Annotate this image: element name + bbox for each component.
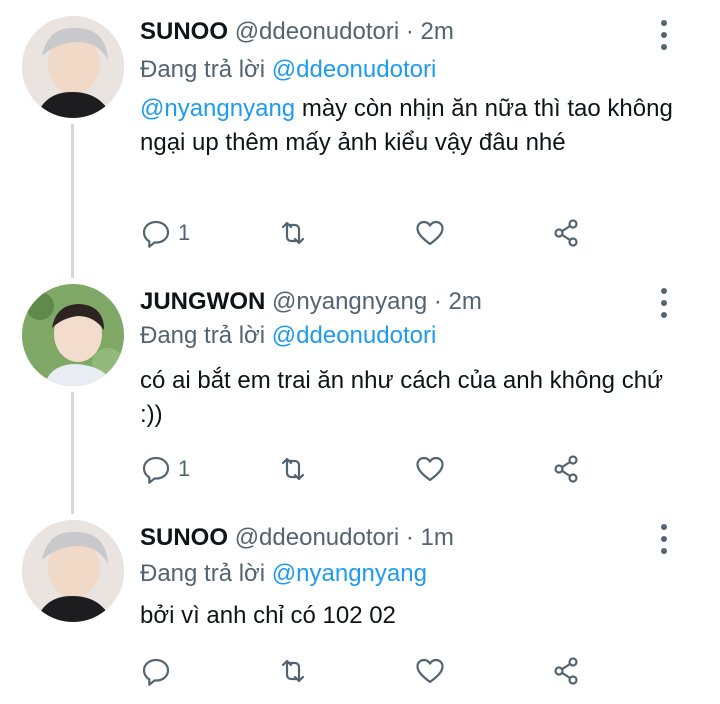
retweet-button[interactable] <box>277 216 309 250</box>
replying-to-label: Đang trả lời <box>140 322 266 349</box>
share-button[interactable] <box>550 452 582 486</box>
heart-icon <box>416 456 444 482</box>
share-icon <box>554 219 578 247</box>
tweet-text: có ai bắt em trai ăn như cách của anh kh… <box>140 364 680 432</box>
more-vertical-icon[interactable] <box>656 524 672 554</box>
avatar[interactable] <box>22 520 124 622</box>
reply-count: 1 <box>178 220 191 245</box>
avatar[interactable] <box>22 284 124 386</box>
reply-icon <box>142 220 170 248</box>
separator-dot: · <box>433 288 442 315</box>
reply-icon <box>142 658 170 686</box>
tweet-text-content: bởi vì anh chỉ có 102 02 <box>140 602 396 629</box>
display-name[interactable]: SUNOO <box>140 524 228 551</box>
share-button[interactable] <box>550 216 582 250</box>
timestamp[interactable]: 2m <box>421 18 454 45</box>
tweet-header: SUNOO @ddeonudotori · 1m <box>140 524 454 552</box>
replying-to: Đang trả lời @ddeonudotori <box>140 56 436 84</box>
user-handle[interactable]: @nyangnyang <box>272 288 427 315</box>
like-button[interactable] <box>414 654 446 688</box>
display-name[interactable]: SUNOO <box>140 18 228 45</box>
separator-dot: · <box>405 18 414 45</box>
tweet-text-content: có ai bắt em trai ăn như cách của anh kh… <box>140 367 664 428</box>
tweet-header: JUNGWON @nyangnyang · 2m <box>140 288 482 316</box>
replying-to-label: Đang trả lời <box>140 560 266 587</box>
retweet-icon <box>281 457 305 481</box>
tweet-text: @nyangnyang mày còn nhịn ăn nữa thì tao … <box>140 92 680 160</box>
tweet[interactable]: SUNOO @ddeonudotori · 1m Đang trả lời @n… <box>0 510 720 704</box>
avatar-photo <box>22 16 124 118</box>
tweet-text: bởi vì anh chỉ có 102 02 <box>140 599 680 633</box>
tweet[interactable]: JUNGWON @nyangnyang · 2m Đang trả lời @d… <box>0 270 720 510</box>
display-name[interactable]: JUNGWON <box>140 288 265 315</box>
user-handle[interactable]: @ddeonudotori <box>235 18 399 45</box>
retweet-icon <box>281 659 305 683</box>
reply-button[interactable] <box>140 654 172 688</box>
reply-count: 1 <box>178 456 191 481</box>
replying-to-label: Đang trả lời <box>140 56 266 83</box>
separator-dot: · <box>405 524 414 551</box>
more-vertical-icon[interactable] <box>656 288 672 318</box>
like-button[interactable] <box>414 216 446 250</box>
replying-to-handle[interactable]: @ddeonudotori <box>272 56 436 83</box>
retweet-button[interactable] <box>277 452 309 486</box>
reply-button[interactable]: 1 <box>140 216 190 250</box>
retweet-button[interactable] <box>277 654 309 688</box>
like-button[interactable] <box>414 452 446 486</box>
reply-button[interactable]: 1 <box>140 452 190 486</box>
heart-icon <box>416 220 444 246</box>
share-icon <box>554 657 578 685</box>
tweet[interactable]: SUNOO @ddeonudotori · 2m Đang trả lời @d… <box>0 0 720 270</box>
heart-icon <box>416 658 444 684</box>
reply-icon <box>142 456 170 484</box>
avatar-photo <box>22 284 124 386</box>
user-handle[interactable]: @ddeonudotori <box>235 524 399 551</box>
avatar-photo <box>22 520 124 622</box>
more-vertical-icon[interactable] <box>656 20 672 50</box>
replying-to: Đang trả lời @nyangnyang <box>140 560 427 588</box>
replying-to-handle[interactable]: @ddeonudotori <box>272 322 436 349</box>
replying-to-handle[interactable]: @nyangnyang <box>272 560 427 587</box>
share-icon <box>554 455 578 483</box>
replying-to: Đang trả lời @ddeonudotori <box>140 322 436 350</box>
avatar[interactable] <box>22 16 124 118</box>
tweet-header: SUNOO @ddeonudotori · 2m <box>140 18 454 46</box>
timestamp[interactable]: 1m <box>421 524 454 551</box>
share-button[interactable] <box>550 654 582 688</box>
timestamp[interactable]: 2m <box>449 288 482 315</box>
mention-link[interactable]: @nyangnyang <box>140 95 295 122</box>
retweet-icon <box>281 221 305 245</box>
